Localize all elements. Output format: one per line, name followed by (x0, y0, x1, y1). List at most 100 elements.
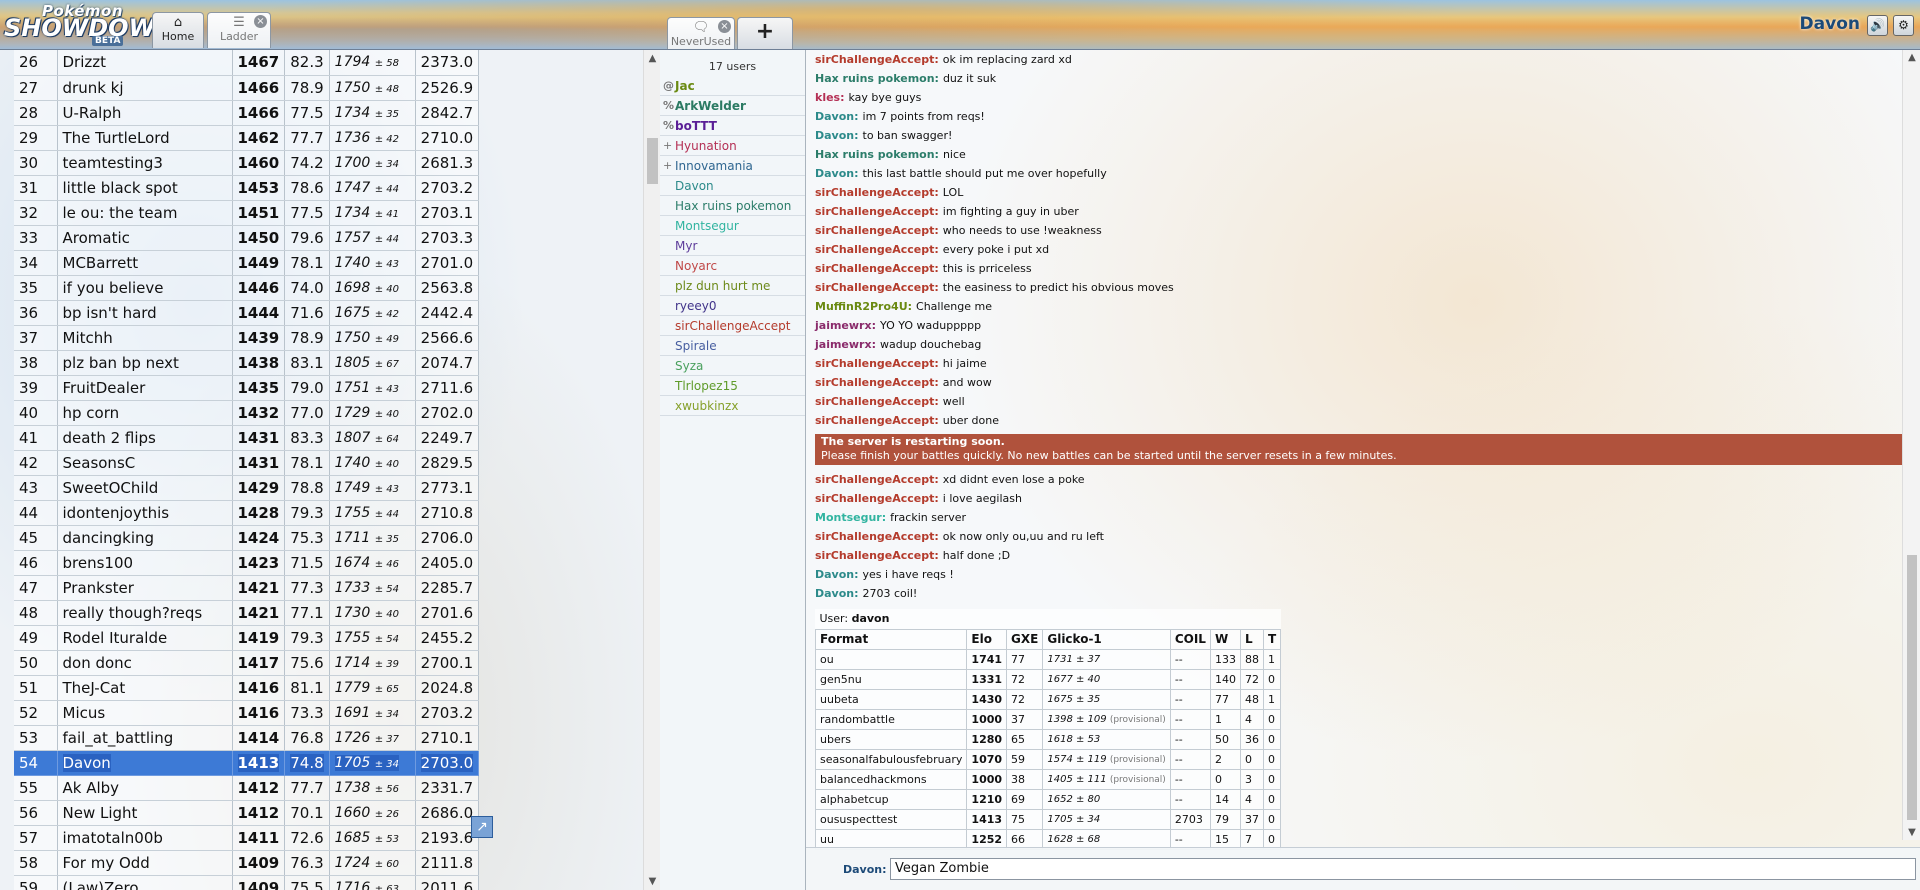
ladder-row[interactable]: 35 if you believe 1446 74.0 1698 ± 40 2563.8 (14, 275, 480, 301)
userlist-username[interactable]: Innovamania (675, 159, 753, 173)
ladder-row[interactable]: 56 New Light 1412 70.1 1660 ± 26 2686.0 (14, 800, 480, 826)
ladder-name-text[interactable]: little black spot (63, 179, 178, 197)
ladder-row[interactable]: 41 death 2 flips 1431 83.3 1807 ± 64 2249.7 (14, 425, 480, 451)
ladder-name-text[interactable]: hp corn (63, 404, 120, 422)
ladder-name-text[interactable]: Mitchh (63, 329, 113, 347)
close-icon[interactable]: × (254, 15, 267, 28)
ladder-name-text[interactable]: imatotaln00b (63, 829, 163, 847)
ladder-row[interactable]: 42 SeasonsC 1431 78.1 1740 ± 40 2829.5 (14, 450, 480, 476)
ladder-row[interactable]: 37 Mitchh 1439 78.9 1750 ± 49 2566.6 (14, 325, 480, 351)
chat-message-user[interactable]: sirChallengeAccept: (815, 262, 939, 275)
userlist-item[interactable]: xwubkinzx (660, 396, 805, 416)
chat-message-user[interactable]: jaimewrx: (815, 319, 876, 332)
ladder-row[interactable]: 44 idontenjoythis 1428 79.3 1755 ± 44 2710.8 (14, 500, 480, 526)
ladder-name-text[interactable]: The TurtleLord (63, 129, 170, 147)
ladder-name[interactable]: Davon (57, 750, 233, 776)
ladder-name[interactable]: U-Ralph (57, 100, 233, 126)
ladder-name[interactable]: if you believe (57, 275, 233, 301)
userlist-item[interactable]: % boTTT (660, 116, 805, 136)
chat-message-user[interactable]: sirChallengeAccept: (815, 492, 939, 505)
ladder-row[interactable]: 28 U-Ralph 1466 77.5 1734 ± 35 2842.7 (14, 100, 480, 126)
ladder-name-text[interactable]: if you believe (63, 279, 164, 297)
chat-message-user[interactable]: sirChallengeAccept: (815, 224, 939, 237)
close-icon[interactable]: × (718, 20, 731, 33)
ladder-row[interactable]: 50 don donc 1417 75.6 1714 ± 39 2700.1 (14, 650, 480, 676)
ladder-name-text[interactable]: (Law)Zero (63, 879, 139, 890)
ladder-name[interactable]: Aromatic (57, 225, 233, 251)
tab-room-neverused[interactable]: 🗨 NeverUsed × (667, 17, 735, 49)
chat-message-user[interactable]: Davon: (815, 167, 859, 180)
scroll-down-icon[interactable]: ▼ (1903, 827, 1920, 838)
ladder-name-text[interactable]: dancingking (63, 529, 155, 547)
ladder-name[interactable]: imatotaln00b (57, 825, 233, 851)
chat-message-user[interactable]: Montsegur: (815, 511, 886, 524)
chat-message-user[interactable]: sirChallengeAccept: (815, 549, 939, 562)
tab-ladder[interactable]: ☰ Ladder × (207, 12, 271, 48)
userlist-item[interactable]: Montsegur (660, 216, 805, 236)
ladder-row[interactable]: 58 For my Odd 1409 76.3 1724 ± 60 2111.8 (14, 850, 480, 876)
chat-message-user[interactable]: sirChallengeAccept: (815, 281, 939, 294)
ladder-name-text[interactable]: Drizzt (63, 53, 107, 71)
scroll-up-icon[interactable]: ▲ (1903, 52, 1920, 63)
ladder-name[interactable]: hp corn (57, 400, 233, 426)
ladder-name[interactable]: little black spot (57, 175, 233, 201)
ladder-name[interactable]: bp isn't hard (57, 300, 233, 326)
chat-message-user[interactable]: sirChallengeAccept: (815, 530, 939, 543)
chat-message-user[interactable]: MuffinR2Pro4U: (815, 300, 912, 313)
ladder-row[interactable]: 43 SweetOChild 1429 78.8 1749 ± 43 2773.1 (14, 475, 480, 501)
userlist-username[interactable]: Jac (675, 79, 695, 93)
ladder-name[interactable]: dancingking (57, 525, 233, 551)
chat-message-user[interactable]: sirChallengeAccept: (815, 205, 939, 218)
userlist-item[interactable]: Noyarc (660, 256, 805, 276)
ladder-row[interactable]: 52 Micus 1416 73.3 1691 ± 34 2703.2 (14, 700, 480, 726)
userlist-username[interactable]: plz dun hurt me (675, 279, 770, 293)
userlist-item[interactable]: + Innovamania (660, 156, 805, 176)
scroll-thumb[interactable] (1907, 555, 1917, 820)
ladder-name[interactable]: Rodel Ituralde (57, 625, 233, 651)
userlist-item[interactable]: Hax ruins pokemon (660, 196, 805, 216)
ladder-row[interactable]: 54 Davon 1413 74.8 1705 ± 34 2703.0 (14, 750, 480, 776)
chat-message-user[interactable]: sirChallengeAccept: (815, 186, 939, 199)
ladder-name-text[interactable]: bp isn't hard (63, 304, 157, 322)
ladder-row[interactable]: 55 Ak Alby 1412 77.7 1738 ± 56 2331.7 (14, 775, 480, 801)
ladder-row[interactable]: 59 (Law)Zero 1409 75.5 1716 ± 63 2011.6 (14, 875, 480, 890)
scroll-down-icon[interactable]: ▼ (644, 873, 661, 890)
ladder-name[interactable]: TheJ-Cat (57, 675, 233, 701)
ladder-name[interactable]: (Law)Zero (57, 875, 233, 890)
userlist-username[interactable]: Davon (675, 179, 714, 193)
ladder-name[interactable]: le ou: the team (57, 200, 233, 226)
userlist-username[interactable]: Noyarc (675, 259, 717, 273)
userlist-username[interactable]: Hyunation (675, 139, 737, 153)
ladder-name-text[interactable]: Ak Alby (63, 779, 120, 797)
ladder-name[interactable]: Mitchh (57, 325, 233, 351)
ladder-scrollbar[interactable]: ▲ ▼ (643, 50, 660, 890)
ladder-name-text[interactable]: U-Ralph (63, 104, 122, 122)
userlist-username[interactable]: Montsegur (675, 219, 739, 233)
ladder-row[interactable]: 26 Drizzt 1467 82.3 1794 ± 58 2373.0 (14, 50, 480, 76)
ladder-row[interactable]: 39 FruitDealer 1435 79.0 1751 ± 43 2711.6 (14, 375, 480, 401)
userlist-item[interactable]: plz dun hurt me (660, 276, 805, 296)
chat-message-user[interactable]: kles: (815, 91, 845, 104)
ladder-row[interactable]: 30 teamtesting3 1460 74.2 1700 ± 34 2681.3 (14, 150, 480, 176)
userlist-item[interactable]: Spirale (660, 336, 805, 356)
chat-scrollbar[interactable]: ▲ ▼ (1902, 50, 1920, 840)
ladder-name[interactable]: New Light (57, 800, 233, 826)
add-room-button[interactable]: + (737, 17, 793, 49)
userlist-username[interactable]: ArkWelder (675, 99, 746, 113)
userlist-item[interactable]: @ Jac (660, 76, 805, 96)
external-link-icon[interactable]: ↗ (471, 816, 493, 838)
ladder-name-text[interactable]: MCBarrett (63, 254, 139, 272)
userlist-username[interactable]: Myr (675, 239, 697, 253)
ladder-row[interactable]: 32 le ou: the team 1451 77.5 1734 ± 41 2703.1 (14, 200, 480, 226)
ladder-name[interactable]: Prankster (57, 575, 233, 601)
ladder-name[interactable]: MCBarrett (57, 250, 233, 276)
scroll-thumb[interactable] (647, 138, 658, 184)
userlist-username[interactable]: Syza (675, 359, 703, 373)
ladder-row[interactable]: 45 dancingking 1424 75.3 1711 ± 35 2706.0 (14, 525, 480, 551)
chat-message-user[interactable]: sirChallengeAccept: (815, 376, 939, 389)
ladder-name[interactable]: fail_at_battling (57, 725, 233, 751)
ladder-row[interactable]: 47 Prankster 1421 77.3 1733 ± 54 2285.7 (14, 575, 480, 601)
ladder-name[interactable]: really though?reqs (57, 600, 233, 626)
ladder-name-text[interactable]: For my Odd (63, 854, 150, 872)
userlist-item[interactable]: + Hyunation (660, 136, 805, 156)
